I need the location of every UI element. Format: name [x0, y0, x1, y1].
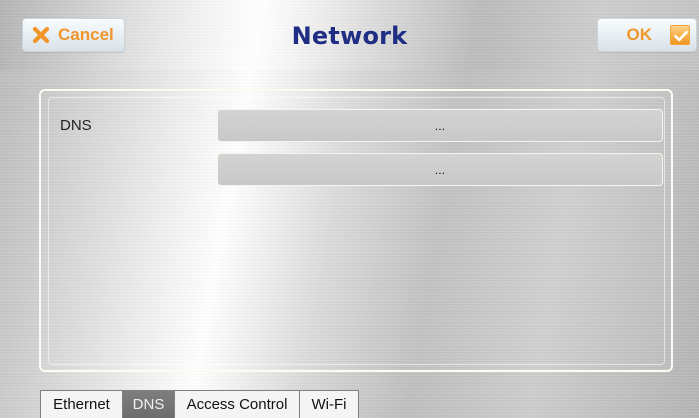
tab-ethernet[interactable]: Ethernet — [40, 390, 123, 418]
page-title: Network — [291, 22, 408, 50]
tab-wifi[interactable]: Wi-Fi — [299, 390, 359, 418]
tab-bar: Ethernet DNS Access Control Wi-Fi — [40, 390, 359, 418]
dns-server-field-2[interactable]: ... — [217, 153, 663, 186]
tab-dns[interactable]: DNS — [122, 390, 175, 418]
dns-server-field-1[interactable]: ... — [217, 109, 663, 142]
ok-button-label: OK — [626, 25, 653, 44]
ok-button[interactable]: OK — [597, 18, 697, 52]
network-settings-screen: Cancel Network OK DNS ... ... Ethernet D… — [0, 0, 699, 418]
tab-access-control[interactable]: Access Control — [174, 390, 300, 418]
check-icon — [670, 25, 690, 45]
dns-label: DNS — [60, 117, 92, 134]
